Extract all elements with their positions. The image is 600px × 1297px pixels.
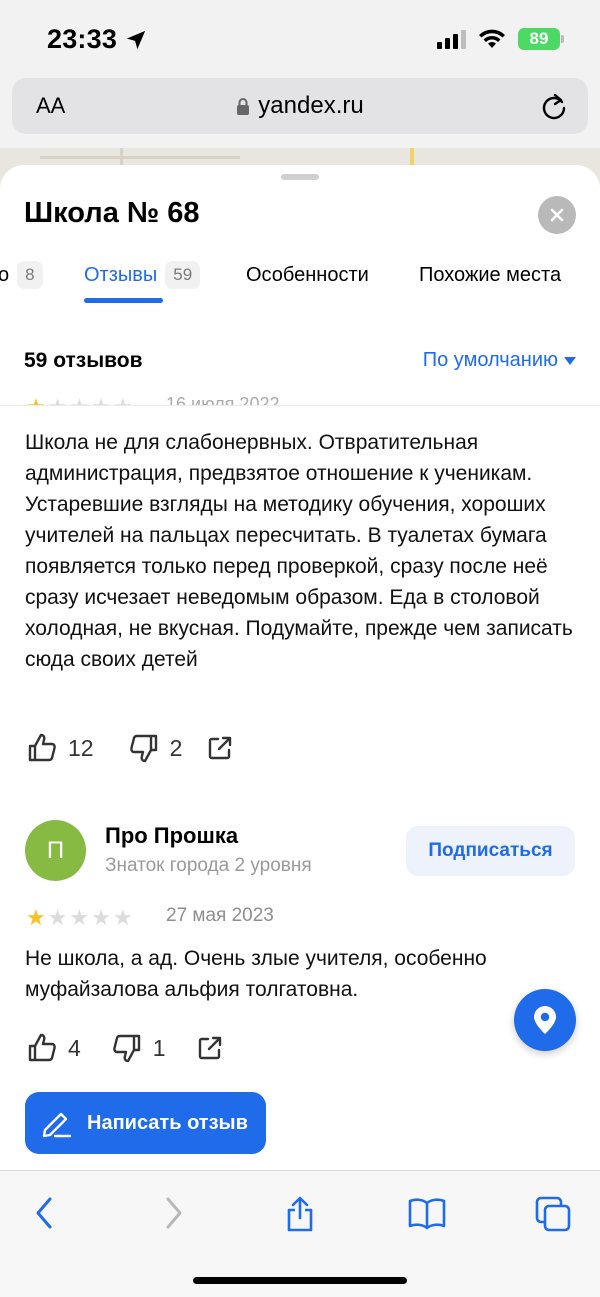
reload-icon[interactable] (540, 91, 568, 121)
like-button[interactable]: 12 (26, 732, 94, 764)
like-count: 4 (68, 1034, 81, 1061)
pencil-icon (42, 1112, 72, 1138)
tab-label: о (0, 263, 10, 286)
write-review-label: Написать отзыв (87, 1111, 248, 1134)
active-tab-indicator (84, 298, 163, 303)
review-text: Не школа, а ад. Очень злые учителя, особ… (25, 947, 487, 1001)
thumbs-down-icon (129, 734, 157, 763)
tabs-icon[interactable] (534, 1195, 572, 1233)
address-bar[interactable]: AA yandex.ru (12, 78, 588, 134)
avatar[interactable]: П (25, 820, 86, 881)
write-review-button[interactable]: Написать отзыв (25, 1092, 266, 1154)
dislike-count: 1 (152, 1034, 166, 1061)
star-icon: ★ (91, 905, 111, 930)
tab-similar-places[interactable]: Похожие места (419, 255, 561, 295)
author-name[interactable]: Про Прошка (105, 823, 238, 849)
cellular-signal-icon (437, 29, 466, 49)
url-field[interactable]: yandex.ru (12, 92, 588, 120)
place-card-sheet: Школа № 68 о 8 Отзывы 59 Особенности Пох… (0, 165, 600, 1170)
sheet-grabber[interactable] (281, 174, 319, 180)
share-button[interactable] (206, 734, 234, 762)
wifi-icon (479, 29, 505, 48)
tab-label: Особенности (246, 263, 369, 286)
tab-photos[interactable]: о 8 (0, 255, 43, 295)
share-sheet-icon[interactable] (284, 1195, 316, 1233)
close-icon (550, 208, 564, 222)
sort-label: По умолчанию (422, 349, 558, 371)
tab-count-badge: 59 (165, 261, 201, 289)
home-indicator (193, 1277, 407, 1284)
tab-label: Отзывы (84, 263, 158, 286)
header-divider (0, 405, 600, 406)
reviews-count: 59 отзывов (24, 349, 143, 372)
lock-icon (237, 98, 250, 115)
place-title: Школа № 68 (24, 197, 200, 229)
tab-count-badge: 8 (17, 261, 43, 289)
subscribe-button[interactable]: Подписаться (406, 826, 575, 876)
bookmarks-icon[interactable] (407, 1195, 447, 1231)
review-date: 27 мая 2023 (166, 905, 274, 926)
thumbs-down-icon (112, 1034, 140, 1063)
status-bar: 23:33 89 (0, 0, 600, 76)
location-arrow-icon (126, 30, 146, 49)
dislike-count: 2 (169, 734, 183, 761)
close-button[interactable] (538, 196, 576, 234)
status-time-text: 23:33 (47, 24, 118, 54)
dislike-button[interactable]: 2 (128, 732, 183, 764)
tab-reviews[interactable]: Отзывы 59 (84, 255, 201, 295)
share-icon (198, 1036, 221, 1060)
review-actions: 12 2 (26, 732, 234, 764)
star-icon: ★ (26, 905, 46, 930)
thumbs-up-icon (28, 1033, 56, 1062)
dislike-button[interactable]: 1 (111, 1032, 166, 1064)
sort-dropdown[interactable]: По умолчанию (423, 349, 576, 372)
star-icon: ★ (69, 905, 90, 930)
forward-icon[interactable] (162, 1195, 186, 1231)
status-indicators: 89 (437, 28, 564, 50)
scroll-clip (0, 406, 600, 426)
back-icon[interactable] (32, 1195, 56, 1231)
thumbs-up-icon (28, 733, 56, 762)
triangle-down-icon (564, 356, 576, 365)
map-location-button[interactable] (514, 989, 576, 1051)
share-icon (209, 736, 232, 760)
star-icon: ★ (47, 905, 68, 930)
rating-stars: ★ ★ ★ ★ ★ (26, 907, 133, 929)
tab-features[interactable]: Особенности (246, 255, 369, 295)
like-button[interactable]: 4 (26, 1032, 81, 1064)
review-text: Школа не для слабонервных. Отвратительна… (25, 431, 573, 671)
battery-level: 89 (529, 29, 549, 48)
like-count: 12 (68, 734, 94, 761)
author-level: Знаток города 2 уровня (105, 855, 312, 876)
tab-label: Похожие места (419, 263, 562, 286)
review-actions: 4 1 (26, 1032, 224, 1064)
map-pin-icon (534, 1006, 556, 1034)
url-text: yandex.ru (258, 92, 364, 119)
share-button[interactable] (196, 1034, 224, 1062)
battery-indicator: 89 (518, 28, 564, 50)
status-time: 23:33 (47, 24, 147, 55)
star-icon: ★ (112, 905, 133, 930)
